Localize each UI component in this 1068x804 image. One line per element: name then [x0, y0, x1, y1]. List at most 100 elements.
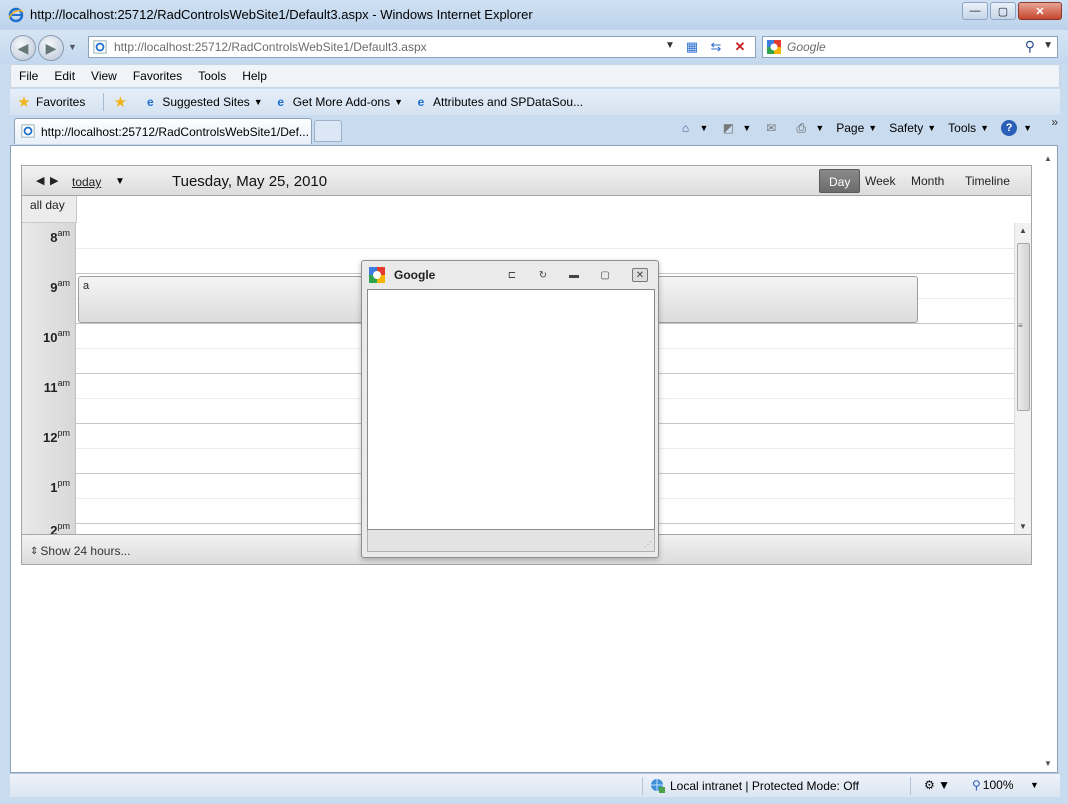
- hour-label-12pm: 12pm: [43, 428, 70, 445]
- tools-menu[interactable]: Tools ▼: [948, 121, 989, 135]
- new-tab-button[interactable]: [314, 120, 342, 142]
- forward-arrow-icon: ▶: [45, 39, 57, 56]
- read-mail-button[interactable]: ✉: [763, 120, 781, 136]
- popup-blocker-icon[interactable]: ⚙ ▼: [924, 778, 950, 792]
- menu-file[interactable]: File: [11, 69, 46, 83]
- maximize-button[interactable]: ▢: [990, 2, 1016, 20]
- scrollbar-grip-icon: ≡: [1018, 321, 1023, 330]
- attributes-link[interactable]: e Attributes and SPDataSou...: [413, 94, 583, 110]
- tab-current[interactable]: http://localhost:25712/RadControlsWebSit…: [14, 118, 312, 144]
- maximize-icon[interactable]: ▢: [597, 268, 613, 282]
- favorites-button[interactable]: ★ Favorites: [16, 94, 86, 111]
- menu-favorites[interactable]: Favorites: [125, 69, 190, 83]
- scheduler-header: ◀ ▶ today ▼ Tuesday, May 25, 2010 Day We…: [22, 166, 1031, 196]
- add-favorite-button[interactable]: ★: [112, 94, 132, 111]
- hour-label-10am: 10am: [43, 328, 70, 345]
- get-addons-label: Get More Add-ons: [292, 95, 391, 109]
- favorites-label: Favorites: [36, 95, 86, 109]
- view-tab-month[interactable]: Month: [902, 169, 953, 193]
- menu-view[interactable]: View: [83, 69, 125, 83]
- page-favicon-icon: [93, 40, 107, 54]
- scroll-down-arrow-icon[interactable]: ▼: [1019, 522, 1027, 531]
- status-separator: [910, 777, 911, 795]
- next-day-arrow-icon[interactable]: ▶: [50, 174, 58, 187]
- favorites-separator: [103, 93, 105, 111]
- appointment-subject: a: [83, 280, 90, 292]
- scroll-down-arrow-icon[interactable]: ▼: [1044, 759, 1052, 768]
- refresh-icon[interactable]: ⇆: [707, 39, 725, 55]
- mail-icon: ✉: [766, 121, 777, 135]
- search-placeholder[interactable]: Google: [787, 40, 826, 54]
- view-tab-day[interactable]: Day: [819, 169, 861, 193]
- stop-icon[interactable]: ✕: [731, 39, 749, 55]
- window-title: http://localhost:25712/RadControlsWebSit…: [30, 7, 533, 22]
- show-24-hours-link[interactable]: ⇕ Show 24 hours...: [30, 544, 130, 558]
- toolbar-overflow-chevron-icon[interactable]: »: [1051, 115, 1058, 129]
- attributes-label: Attributes and SPDataSou...: [433, 95, 584, 109]
- search-box[interactable]: Google ⚲ ▼: [762, 36, 1058, 58]
- reload-icon[interactable]: ↻: [535, 268, 551, 282]
- chevron-down-icon: ▼: [394, 97, 403, 107]
- expand-updown-icon: ⇕: [30, 545, 39, 557]
- compatibility-view-icon[interactable]: ▦: [683, 39, 701, 55]
- safety-menu[interactable]: Safety ▼: [889, 121, 936, 135]
- ie-page-icon: e: [417, 95, 425, 109]
- minimize-icon[interactable]: ▬: [566, 268, 582, 282]
- hour-label-9am: 9am: [50, 278, 70, 295]
- all-day-row: all day: [22, 196, 1031, 223]
- resize-grip-icon[interactable]: ⋰: [644, 540, 652, 549]
- page-scrollbar[interactable]: ▲ ▼: [1040, 146, 1057, 772]
- ie-page-icon: e: [277, 95, 285, 109]
- address-dropdown[interactable]: ▼: [665, 40, 675, 51]
- back-arrow-icon: ◀: [17, 39, 29, 56]
- status-bar: Local intranet | Protected Mode: Off ⚙ ▼…: [10, 773, 1060, 797]
- window-titlebar: http://localhost:25712/RadControlsWebSit…: [0, 0, 1068, 30]
- page-menu[interactable]: Page ▼: [836, 121, 877, 135]
- close-icon[interactable]: ✕: [632, 268, 648, 282]
- ie-page-icon: e: [147, 95, 154, 109]
- get-addons-button[interactable]: e Get More Add-ons ▼: [273, 94, 403, 110]
- popup-titlebar[interactable]: Google ⊏ ↻ ▬ ▢ ✕: [362, 261, 658, 289]
- back-button[interactable]: ◀: [10, 35, 36, 61]
- address-url[interactable]: http://localhost:25712/RadControlsWebSit…: [114, 40, 427, 54]
- home-button[interactable]: ⌂ ▼: [677, 120, 709, 136]
- previous-day-arrow-icon[interactable]: ◀: [36, 174, 44, 187]
- scheduler-scrollbar[interactable]: ▲ ≡ ▼: [1014, 223, 1031, 534]
- view-tab-timeline[interactable]: Timeline: [956, 169, 1019, 193]
- suggested-sites-button[interactable]: e Suggested Sites ▼: [142, 94, 263, 110]
- chevron-down-icon: ▼: [927, 123, 937, 133]
- close-window-button[interactable]: ✕: [1018, 2, 1062, 20]
- search-magnifier-icon[interactable]: ⚲: [1025, 38, 1035, 55]
- security-zone[interactable]: Local intranet | Protected Mode: Off: [650, 778, 859, 794]
- date-picker-dropdown-icon[interactable]: ▼: [115, 176, 125, 187]
- recent-pages-dropdown[interactable]: ▼: [68, 42, 77, 52]
- feeds-button[interactable]: ◩ ▼: [720, 120, 752, 136]
- view-tab-week[interactable]: Week: [856, 169, 904, 193]
- forward-button[interactable]: ▶: [38, 35, 64, 61]
- scroll-up-arrow-icon[interactable]: ▲: [1044, 154, 1052, 163]
- menu-tools[interactable]: Tools: [190, 69, 234, 83]
- zoom-control[interactable]: ⚲ 100%: [972, 778, 1014, 792]
- address-bar[interactable]: http://localhost:25712/RadControlsWebSit…: [88, 36, 756, 58]
- zoom-dropdown-icon[interactable]: ▼: [1030, 780, 1039, 790]
- menu-help[interactable]: Help: [234, 69, 275, 83]
- scroll-up-arrow-icon[interactable]: ▲: [1019, 226, 1027, 235]
- popup-title: Google: [394, 268, 436, 282]
- security-zone-label: Local intranet | Protected Mode: Off: [670, 779, 859, 793]
- chevron-down-icon: ▼: [815, 123, 825, 133]
- popup-content[interactable]: [367, 289, 655, 530]
- help-button[interactable]: ? ▼: [1001, 120, 1032, 136]
- minimize-button[interactable]: —: [962, 2, 988, 20]
- menu-bar: File Edit View Favorites Tools Help: [10, 64, 1060, 88]
- search-provider-dropdown[interactable]: ▼: [1043, 40, 1053, 51]
- help-icon: ?: [1001, 120, 1018, 136]
- all-day-slot[interactable]: [76, 196, 1031, 223]
- pin-icon[interactable]: ⊏: [504, 268, 520, 282]
- menu-edit[interactable]: Edit: [46, 69, 83, 83]
- google-popup-window: Google ⊏ ↻ ▬ ▢ ✕ ⋰: [361, 260, 659, 558]
- globe-shield-icon: [651, 779, 665, 793]
- favorites-bar: ★ Favorites ★ e Suggested Sites ▼ e Get …: [10, 89, 1060, 115]
- today-link[interactable]: today: [72, 175, 101, 189]
- tools-menu-label: Tools: [948, 121, 977, 135]
- print-button[interactable]: ⎙ ▼: [793, 120, 825, 136]
